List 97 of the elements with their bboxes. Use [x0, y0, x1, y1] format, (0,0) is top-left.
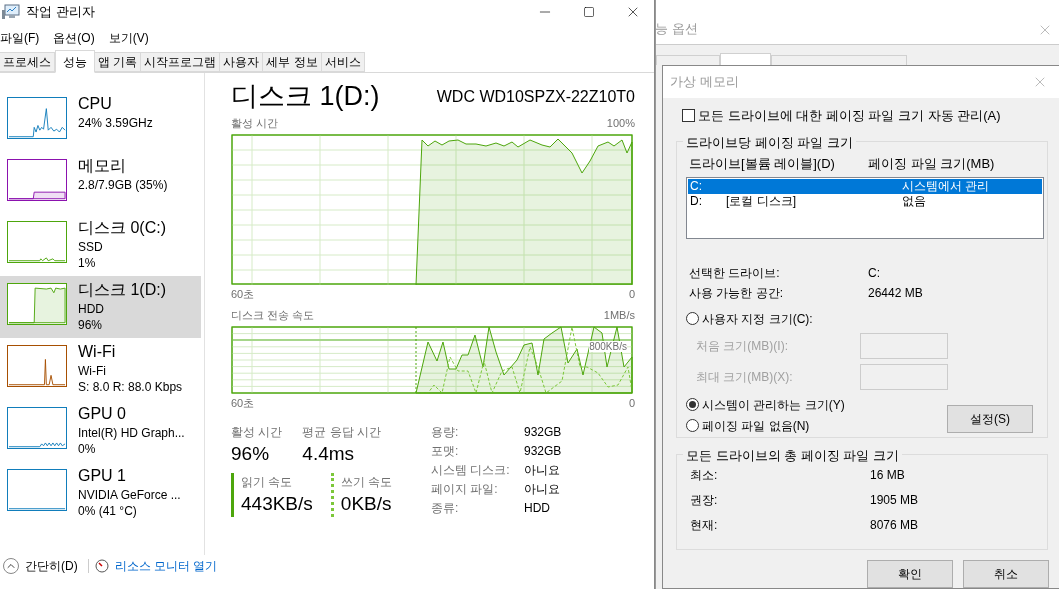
property-label: 시스템 디스크:: [431, 462, 511, 479]
property-value: 932GB: [524, 443, 562, 460]
detail-title: 디스크 1(D:): [231, 80, 380, 113]
stat-label: 활성 시간: [231, 424, 283, 441]
info-value: C:: [868, 264, 880, 282]
window-title: 작업 관리자: [26, 3, 95, 22]
tab[interactable]: 세부 정보: [262, 52, 322, 72]
resource-name: 디스크 0(C:): [78, 218, 166, 238]
resource-name: CPU: [78, 94, 113, 114]
dialog-button[interactable]: 확인: [867, 560, 953, 588]
property-label: 페이지 파일:: [431, 481, 499, 498]
resource-usage: 0% (41 °C): [78, 503, 138, 519]
axis-end-label: 0: [628, 395, 635, 411]
property-value: 아니요: [524, 462, 560, 479]
resource-name: GPU 0: [78, 404, 127, 424]
axis-start-label: 60초: [231, 395, 255, 411]
property-value: 932GB: [524, 424, 562, 441]
speed-value: 443KB/s: [241, 492, 313, 516]
column-header: 페이징 파일 크기(MB): [868, 155, 995, 174]
fewer-details-link[interactable]: 간단히(D): [25, 557, 78, 575]
tab[interactable]: [720, 53, 771, 65]
checkbox-label: 모든 드라이브에 대한 페이징 파일 크기 자동 관리(A): [698, 106, 1001, 125]
stat-label: 평균 응답 시간: [302, 424, 381, 441]
chart-label: 활성 시간: [231, 116, 279, 131]
column-header: 드라이브[볼륨 레이블](D): [688, 155, 836, 174]
menu-item[interactable]: 옵션(O): [53, 28, 95, 47]
gridline-label: 800KB/s: [589, 340, 627, 352]
speed-label: 쓰기 속도: [340, 474, 393, 491]
resource-detail: NVIDIA GeForce ...: [78, 487, 181, 503]
axis-max-label: 100%: [606, 116, 635, 131]
property-value: HDD: [524, 500, 550, 517]
tab[interactable]: 성능: [55, 50, 95, 73]
resource-usage: 1%: [78, 255, 97, 271]
device-model: WDC WD10SPZX-22Z10T0: [436, 87, 635, 107]
axis-end-label: 0: [628, 286, 635, 302]
property-label: 용량:: [431, 424, 460, 441]
speed-value: 0KB/s: [340, 492, 393, 516]
tab[interactable]: [771, 55, 907, 65]
maximize-icon[interactable]: [583, 6, 595, 18]
resource-detail: SSD: [78, 239, 104, 255]
sidebar-item[interactable]: 디스크 1(D:) HDD 96%: [0, 276, 201, 338]
stat-value: 96%: [231, 442, 271, 466]
radio-button[interactable]: [686, 312, 699, 326]
menu-item[interactable]: 보기(V): [108, 28, 149, 47]
stat-value: 4.4ms: [302, 442, 356, 466]
radio-label: 페이징 파일 없음(N): [702, 417, 810, 435]
tab[interactable]: 프로세스: [0, 52, 55, 72]
window-title: 능 옵션: [655, 19, 698, 38]
resource-name: 메모리: [78, 156, 127, 176]
total-label: 현재:: [690, 517, 719, 535]
dialog-button[interactable]: 취소: [963, 560, 1049, 588]
gauge-icon: [94, 559, 109, 573]
resource-name: 디스크 1(D:): [78, 280, 166, 300]
drive-row[interactable]: D: [로컬 디스크] 없음: [688, 193, 1042, 209]
total-label: 최소:: [690, 467, 719, 485]
resource-usage: S: 8.0 R: 88.0 Kbps: [78, 379, 183, 395]
info-value: 26442 MB: [868, 284, 923, 302]
info-label: 선택한 드라이브:: [688, 264, 781, 282]
menu-item[interactable]: 파일(F): [0, 28, 40, 47]
resource-detail: 24% 3.59GHz: [78, 115, 153, 131]
field-label: 처음 크기(MB)(I):: [696, 337, 788, 355]
tab[interactable]: 서비스: [320, 52, 365, 72]
axis-start-label: 60초: [231, 286, 255, 302]
resource-name: Wi-Fi: [78, 342, 117, 362]
radio-label: 사용자 지정 크기(C):: [702, 310, 813, 328]
resource-detail: HDD: [78, 301, 105, 317]
set-button[interactable]: 설정(S): [947, 404, 1033, 433]
drive-row[interactable]: C: 시스템에서 관리: [688, 178, 1042, 194]
radio-button[interactable]: [686, 419, 699, 433]
monitor-chart-icon: [2, 4, 20, 20]
info-label: 사용 가능한 공간:: [688, 284, 784, 302]
resource-detail: Wi-Fi: [78, 363, 107, 379]
checkbox[interactable]: [682, 109, 695, 123]
tab[interactable]: 사용자: [219, 52, 264, 72]
total-label: 권장:: [690, 492, 719, 510]
resource-usage: 0%: [78, 441, 97, 457]
resource-detail: 2.8/7.9GB (35%): [78, 177, 168, 193]
chart-label: 디스크 전송 속도: [231, 308, 315, 323]
total-value: 16 MB: [870, 467, 905, 485]
resource-monitor-link[interactable]: 리소스 모니터 열기: [114, 557, 218, 575]
tab[interactable]: 앱 기록: [94, 52, 142, 72]
property-value: 아니요: [524, 481, 560, 498]
tab[interactable]: [656, 55, 720, 65]
axis-max-label: 1MB/s: [603, 308, 635, 323]
total-value: 8076 MB: [870, 517, 919, 535]
property-label: 종류:: [431, 500, 460, 517]
radio-label: 시스템이 관리하는 크기(Y): [702, 396, 845, 414]
total-value: 1905 MB: [870, 492, 919, 510]
field-label: 최대 크기(MB)(X):: [696, 368, 793, 386]
tab[interactable]: 시작프로그램: [140, 52, 221, 72]
property-label: 포맷:: [431, 443, 460, 460]
dialog-title: 가상 메모리: [670, 73, 739, 92]
radio-button[interactable]: [686, 398, 699, 412]
resource-usage: 96%: [78, 317, 104, 333]
speed-label: 읽기 속도: [241, 474, 294, 491]
resource-detail: Intel(R) HD Graph...: [78, 425, 185, 441]
resource-name: GPU 1: [78, 466, 127, 486]
